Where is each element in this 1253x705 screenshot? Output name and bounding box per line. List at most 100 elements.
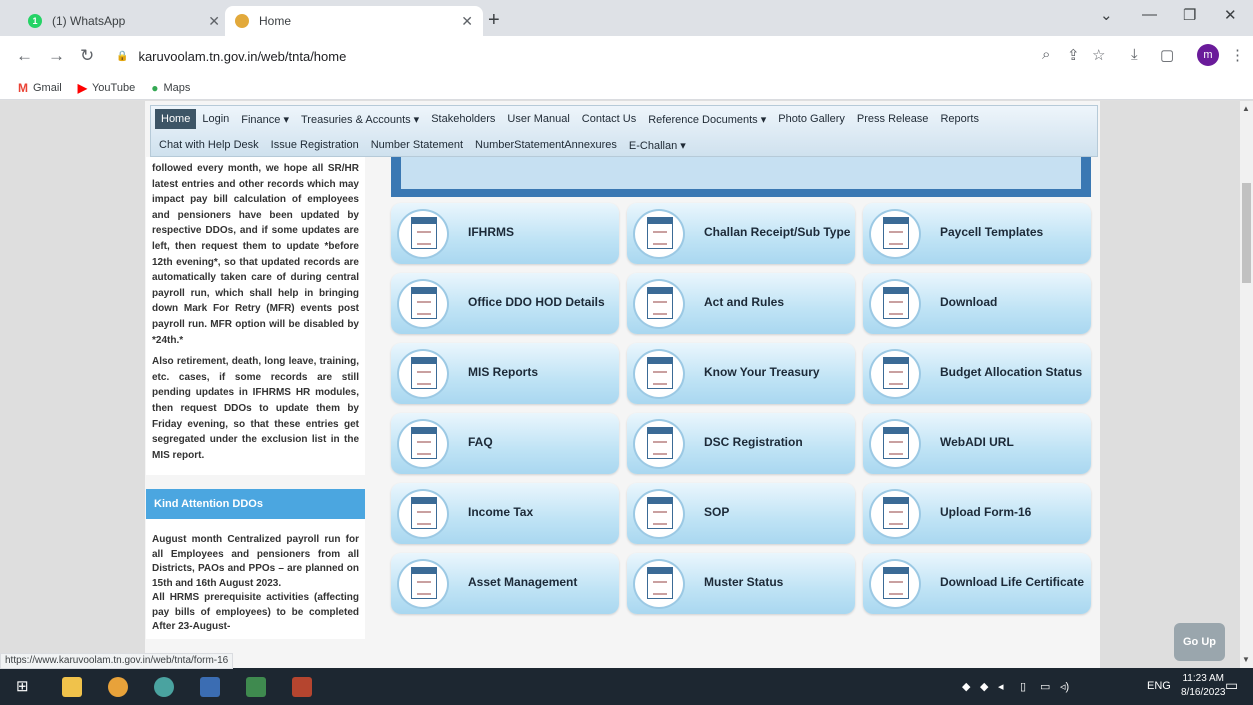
quick-link-tile[interactable]: FAQ xyxy=(391,413,619,474)
page-scrollbar[interactable]: ▲ ▼ xyxy=(1240,101,1253,668)
close-tab-icon[interactable]: ✕ xyxy=(461,13,473,30)
tile-label: SOP xyxy=(704,505,730,519)
reload-icon[interactable]: ↻ xyxy=(80,46,94,66)
document-icon xyxy=(411,427,437,459)
quick-link-tile[interactable]: Paycell Templates xyxy=(863,203,1091,264)
nav-item[interactable]: Contact Us xyxy=(576,113,642,125)
address-bar[interactable]: 🔒 karuvoolam.tn.gov.in/web/tnta/home xyxy=(104,41,1104,71)
tab-title: Home xyxy=(259,14,292,28)
quick-link-tile[interactable]: IFHRMS xyxy=(391,203,619,264)
gmail-icon: M xyxy=(18,80,28,95)
page-viewport: Home Login Finance ▾ Treasuries & Accounts … xyxy=(0,101,1240,668)
quick-link-tile[interactable]: DSC Registration xyxy=(627,413,855,474)
nav-item[interactable]: E-Challan ▾ xyxy=(623,139,692,152)
nav-item[interactable]: Issue Registration xyxy=(265,139,365,151)
tray-app-icon[interactable]: ◆ xyxy=(962,680,970,693)
tile-label: IFHRMS xyxy=(468,225,514,239)
system-clock[interactable]: 11:23 AM 8/16/2023 xyxy=(1181,672,1226,700)
zoom-icon[interactable]: ⌕ xyxy=(1042,46,1050,63)
bookmark-youtube[interactable]: ▶ YouTube xyxy=(78,81,135,95)
bookmark-maps[interactable]: ● Maps xyxy=(151,81,190,95)
excel-icon[interactable] xyxy=(246,677,266,697)
side-panel-icon[interactable]: ▢ xyxy=(1160,46,1174,64)
tray-app-icon[interactable]: ◆ xyxy=(980,680,988,693)
quick-link-tile[interactable]: Know Your Treasury xyxy=(627,343,855,404)
quick-link-tile[interactable]: Income Tax xyxy=(391,483,619,544)
word-icon[interactable] xyxy=(200,677,220,697)
tile-label: WebADI URL xyxy=(940,435,1014,449)
chrome-profile-icon[interactable] xyxy=(154,677,174,697)
language-indicator[interactable]: ENG xyxy=(1147,680,1171,692)
link-status-bar: https://www.karuvoolam.tn.gov.in/web/tnt… xyxy=(0,653,234,669)
document-icon xyxy=(647,287,673,319)
nav-item[interactable]: Home xyxy=(155,109,197,129)
scroll-down-arrow-icon[interactable]: ▼ xyxy=(1242,655,1250,664)
document-icon xyxy=(883,217,909,249)
url-text: karuvoolam.tn.gov.in/web/tnta/home xyxy=(138,48,347,64)
quick-link-tile[interactable]: Asset Management xyxy=(391,553,619,614)
bookmark-label: Maps xyxy=(163,81,191,94)
quick-link-tile[interactable]: Act and Rules xyxy=(627,273,855,334)
nav-item[interactable]: Finance ▾ xyxy=(235,113,295,126)
quick-link-tile[interactable]: WebADI URL xyxy=(863,413,1091,474)
scroll-up-arrow-icon[interactable]: ▲ xyxy=(1242,104,1250,113)
document-icon xyxy=(411,287,437,319)
file-explorer-icon[interactable] xyxy=(62,677,82,697)
nav-item[interactable]: Chat with Help Desk xyxy=(153,139,265,151)
nav-item[interactable]: Login xyxy=(196,113,235,125)
minimize-button[interactable]: — xyxy=(1142,6,1157,23)
quick-link-tile[interactable]: Budget Allocation Status xyxy=(863,343,1091,404)
notice-paragraph: Also retirement, death, long leave, trai… xyxy=(152,356,359,461)
nav-item[interactable]: NumberStatementAnnexures xyxy=(469,139,623,151)
back-icon[interactable]: ← xyxy=(16,46,33,66)
nav-item[interactable]: Treasuries & Accounts ▾ xyxy=(295,113,425,126)
nav-item[interactable]: Reference Documents ▾ xyxy=(642,113,772,126)
restore-button[interactable]: ❐ xyxy=(1183,6,1196,24)
scrollbar-thumb[interactable] xyxy=(1242,183,1251,283)
document-icon xyxy=(647,567,673,599)
nav-item[interactable]: Reports xyxy=(934,113,985,125)
windows-start-icon[interactable]: ⊞ xyxy=(16,677,36,697)
nav-item[interactable]: Number Statement xyxy=(365,139,469,151)
close-tab-icon[interactable]: ✕ xyxy=(208,13,220,30)
forward-icon[interactable]: → xyxy=(48,46,65,66)
profile-avatar[interactable]: m xyxy=(1197,44,1219,66)
quick-link-tile[interactable]: Download xyxy=(863,273,1091,334)
volume-icon[interactable]: ◃) xyxy=(1060,680,1069,693)
tray-chevron-icon[interactable]: ◂ xyxy=(998,680,1004,693)
quick-link-tile[interactable]: Office DDO HOD Details xyxy=(391,273,619,334)
quick-link-tile[interactable]: SOP xyxy=(627,483,855,544)
tile-label: Download Life Certificate xyxy=(940,575,1085,589)
tab-home[interactable]: Home ✕ xyxy=(225,6,483,36)
nav-item[interactable]: Stakeholders xyxy=(425,113,501,125)
lock-icon[interactable]: 🔒 xyxy=(116,51,128,62)
close-window-button[interactable]: ✕ xyxy=(1224,6,1237,24)
notice-paragraph: All HRMS prerequisite activities (affect… xyxy=(152,592,359,633)
quick-link-tile[interactable]: Download Life Certificate xyxy=(863,553,1091,614)
new-tab-button[interactable]: + xyxy=(488,9,500,32)
tile-label: FAQ xyxy=(468,435,493,449)
bookmark-gmail[interactable]: M Gmail xyxy=(18,81,62,95)
quick-link-tile[interactable]: Challan Receipt/Sub Type xyxy=(627,203,855,264)
tab-search-icon[interactable]: ⌄ xyxy=(1100,6,1113,24)
share-icon[interactable]: ⇪ xyxy=(1067,46,1080,64)
network-icon[interactable]: ▭ xyxy=(1040,680,1050,693)
nav-item[interactable]: User Manual xyxy=(501,113,575,125)
menu-icon[interactable]: ⋮ xyxy=(1230,46,1245,64)
nav-item[interactable]: Press Release xyxy=(851,113,935,125)
tab-whatsapp[interactable]: 1 (1) WhatsApp ✕ xyxy=(18,6,230,36)
quick-link-tile[interactable]: Upload Form-16 xyxy=(863,483,1091,544)
archive-app-icon[interactable] xyxy=(292,677,312,697)
tile-label: Challan Receipt/Sub Type xyxy=(704,225,851,239)
battery-icon[interactable]: ▯ xyxy=(1020,680,1026,693)
go-up-button[interactable]: Go Up xyxy=(1174,623,1225,661)
chrome-icon[interactable] xyxy=(108,677,128,697)
nav-item[interactable]: Photo Gallery xyxy=(772,113,851,125)
quick-link-tile[interactable]: MIS Reports xyxy=(391,343,619,404)
download-icon[interactable]: ⤓ xyxy=(1131,46,1138,63)
bookmark-star-icon[interactable]: ☆ xyxy=(1092,46,1105,64)
notifications-icon[interactable]: ▭ xyxy=(1225,677,1238,694)
nav-row-primary: Home Login Finance ▾ Treasuries & Accounts … xyxy=(151,106,1097,132)
clock-date: 8/16/2023 xyxy=(1181,687,1226,698)
quick-link-tile[interactable]: Muster Status xyxy=(627,553,855,614)
